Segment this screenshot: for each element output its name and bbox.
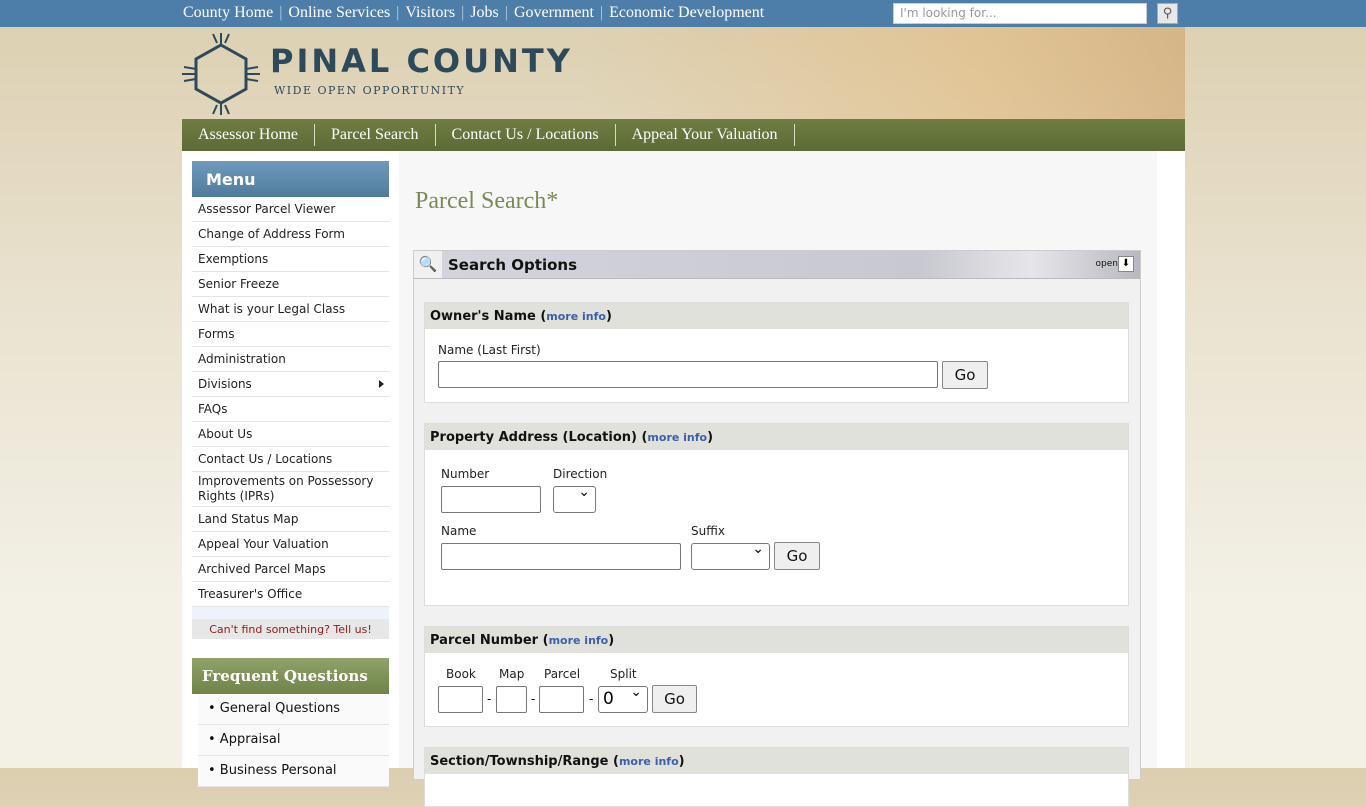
book-input[interactable] <box>438 686 483 713</box>
search-options-panel: 🔍 Search Options open ⬇ Owner's Name (mo… <box>413 250 1141 807</box>
section-title: Property Address (Location) <box>430 430 637 445</box>
parcel-number-section: Parcel Number (more info) Book Map Parce… <box>424 626 1129 727</box>
nav-appeal-valuation[interactable]: Appeal Your Valuation <box>616 124 795 146</box>
sidebar-item[interactable]: Contact Us / Locations <box>192 447 389 472</box>
sidebar-item[interactable]: Change of Address Form <box>192 222 389 247</box>
sidebar-item[interactable]: Treasurer's Office <box>192 582 389 607</box>
top-links: County Home | Online Services | Visitors | Job… <box>183 4 765 21</box>
section-title: Section/Township/Range <box>430 754 609 769</box>
street-name-input[interactable] <box>441 543 681 570</box>
faq-item[interactable]: • General Questions <box>198 694 389 725</box>
parcel-label: Parcel <box>544 667 581 681</box>
sidebar-item[interactable]: What is your Legal Class <box>192 297 389 322</box>
number-label: Number <box>441 467 490 481</box>
sidebar-item[interactable]: Land Status Map <box>192 507 389 532</box>
menu-footer <box>192 607 389 619</box>
nav-contact-us[interactable]: Contact Us / Locations <box>436 124 616 146</box>
nav-parcel-search[interactable]: Parcel Search <box>315 124 436 146</box>
top-bar: County Home | Online Services | Visitors | Job… <box>0 0 1366 27</box>
suffix-select[interactable] <box>691 541 770 570</box>
magnifier-icon: 🔍 <box>414 251 442 278</box>
section-township-range-section: Section/Township/Range (more info) <box>424 747 1129 807</box>
street-name-label: Name <box>441 524 477 538</box>
owner-name-section: Owner's Name (more info) Name (Last Firs… <box>424 302 1129 403</box>
faq-item[interactable]: • Business Personal <box>198 756 389 787</box>
brand-name: PINAL COUNTY <box>270 42 573 80</box>
link-economic-development[interactable]: Economic Development <box>609 4 764 21</box>
sidebar-item[interactable]: Divisions <box>192 372 389 397</box>
link-online-services[interactable]: Online Services <box>288 4 390 21</box>
separator: - <box>589 692 594 706</box>
direction-label: Direction <box>553 467 608 481</box>
sidebar: Menu Assessor Parcel Viewer Change of Add… <box>192 161 389 787</box>
faq-item[interactable]: • Appraisal <box>198 725 389 756</box>
site-search-input[interactable]: I'm looking for... <box>893 3 1147 24</box>
link-government[interactable]: Government <box>514 4 594 21</box>
panel-toggle-label[interactable]: open <box>1096 259 1118 269</box>
link-county-home[interactable]: County Home <box>183 4 273 21</box>
suffix-label: Suffix <box>691 524 725 538</box>
page-title: Parcel Search* <box>415 188 559 214</box>
sidebar-item[interactable]: Assessor Parcel Viewer <box>192 197 389 222</box>
sidebar-item[interactable]: Appeal Your Valuation <box>192 532 389 557</box>
chevron-right-icon <box>379 380 384 388</box>
split-label: Split <box>610 667 637 681</box>
main-nav: Assessor Home Parcel Search Contact Us /… <box>182 119 1185 151</box>
more-info-link[interactable]: more info <box>549 634 609 647</box>
parcel-input[interactable] <box>539 686 584 713</box>
separator: - <box>531 692 536 706</box>
sidebar-item[interactable]: About Us <box>192 422 389 447</box>
pinal-county-logo[interactable] <box>180 33 262 115</box>
more-info-link[interactable]: more info <box>619 755 679 768</box>
sidebar-item[interactable]: Administration <box>192 347 389 372</box>
direction-select[interactable] <box>553 484 596 513</box>
sidebar-item[interactable]: Senior Freeze <box>192 272 389 297</box>
cant-find-link[interactable]: Can't find something? Tell us! <box>192 619 389 639</box>
nav-assessor-home[interactable]: Assessor Home <box>182 124 315 146</box>
brand-tagline: WIDE OPEN OPPORTUNITY <box>274 84 466 97</box>
section-title: Parcel Number <box>430 633 539 648</box>
section-title: Owner's Name <box>430 309 536 324</box>
link-visitors[interactable]: Visitors <box>405 4 455 21</box>
sidebar-item[interactable]: Forms <box>192 322 389 347</box>
owner-go-button[interactable]: Go <box>942 361 988 389</box>
split-select[interactable]: 0 <box>598 684 648 713</box>
menu-heading: Menu <box>192 161 389 197</box>
owner-name-label: Name (Last First) <box>438 343 541 357</box>
arrow-down-icon[interactable]: ⬇ <box>1118 256 1134 272</box>
map-label: Map <box>499 667 525 681</box>
more-info-link[interactable]: more info <box>546 310 606 323</box>
panel-title: Search Options <box>448 256 578 274</box>
address-go-button[interactable]: Go <box>774 542 820 570</box>
sidebar-item[interactable]: Archived Parcel Maps <box>192 557 389 582</box>
panel-header[interactable]: 🔍 Search Options open ⬇ <box>414 251 1140 279</box>
sidebar-item[interactable]: FAQs <box>192 397 389 422</box>
sidebar-item[interactable]: Exemptions <box>192 247 389 272</box>
map-input[interactable] <box>496 686 527 713</box>
number-input[interactable] <box>441 486 541 513</box>
link-jobs[interactable]: Jobs <box>470 4 498 21</box>
owner-name-input[interactable] <box>438 361 938 388</box>
faq-heading: Frequent Questions <box>192 658 389 694</box>
separator: - <box>487 692 492 706</box>
more-info-link[interactable]: more info <box>647 431 707 444</box>
parcel-go-button[interactable]: Go <box>652 685 697 713</box>
sidebar-item[interactable]: Improvements on Possessory Rights (IPRs) <box>192 472 389 507</box>
property-address-section: Property Address (Location) (more info) … <box>424 423 1129 606</box>
search-icon[interactable]: ⚲ <box>1157 3 1178 24</box>
book-label: Book <box>446 667 476 681</box>
